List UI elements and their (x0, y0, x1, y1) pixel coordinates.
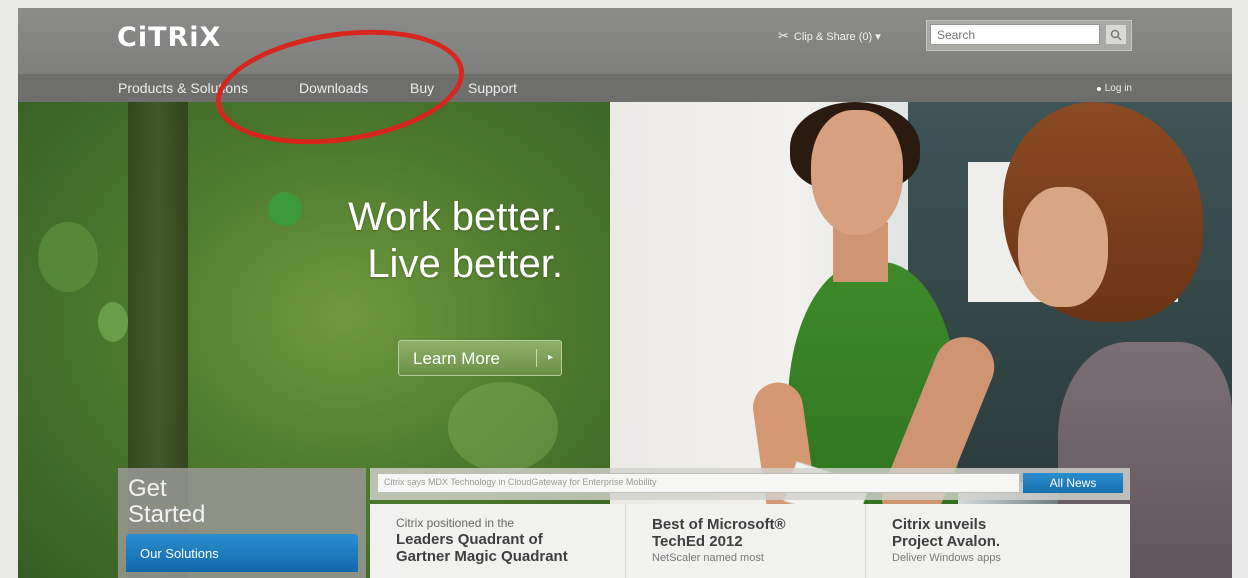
news-card-gartner[interactable]: Citrix positioned in the Leaders Quadran… (370, 504, 626, 578)
card-title-line-1: Best of Microsoft® (652, 516, 786, 533)
search-icon (1110, 29, 1122, 41)
learn-more-label: Learn More (413, 349, 500, 368)
clip-share-label: Clip & Share (0) ▾ (793, 30, 881, 43)
nav-downloads[interactable]: Downloads (299, 80, 368, 96)
headline-line-1: Work better. (348, 195, 563, 239)
get-started-panel: Get Started Our Solutions (118, 468, 366, 578)
news-card-teched[interactable]: Best of Microsoft® TechEd 2012 NetScaler… (626, 504, 866, 578)
card-title-line-1: Leaders Quadrant of (396, 531, 543, 548)
hero-headline: Work better. Live better. (268, 194, 563, 288)
get-started-title-line-2: Started (128, 501, 206, 528)
all-news-button[interactable]: All News (1023, 473, 1123, 493)
nav-support[interactable]: Support (468, 80, 517, 96)
card-title-line-2: Gartner Magic Quadrant (396, 548, 568, 565)
login-label: Log in (1104, 83, 1132, 94)
card-intro: Citrix positioned in the (396, 516, 515, 530)
news-card-avalon[interactable]: Citrix unveils Project Avalon. Deliver W… (866, 504, 1130, 578)
scissors-icon: ✂ (778, 28, 789, 43)
clip-share-link[interactable]: ✂ Clip & Share (0) ▾ (778, 28, 881, 44)
our-solutions-button[interactable]: Our Solutions (126, 534, 358, 572)
news-cards: Citrix positioned in the Leaders Quadran… (370, 504, 1130, 578)
login-link[interactable]: Log in (1096, 83, 1132, 94)
woman-right-face (1018, 187, 1108, 307)
card-title-line-1: Citrix unveils (892, 516, 987, 533)
card-subtitle: NetScaler named most (652, 552, 764, 564)
bullet-icon (1096, 86, 1101, 91)
top-header: CiTRiX ✂ Clip & Share (0) ▾ (18, 8, 1232, 74)
main-nav: Products & Solutions Downloads Buy Suppo… (18, 74, 1232, 102)
woman-left-face (811, 110, 903, 235)
bokeh-circle (98, 302, 128, 342)
headline-line-2: Live better. (367, 242, 563, 286)
search-button[interactable] (1105, 24, 1127, 45)
news-ticker[interactable]: Citrix says MDX Technology in CloudGatew… (377, 473, 1020, 493)
nav-products-solutions[interactable]: Products & Solutions (118, 80, 248, 96)
news-bar: Citrix says MDX Technology in CloudGatew… (370, 468, 1130, 500)
citrix-logo[interactable]: CiTRiX (117, 22, 221, 53)
arrow-right-icon: ▸ (536, 349, 553, 367)
get-started-title-line-1: Get (128, 475, 167, 502)
browser-page: CiTRiX ✂ Clip & Share (0) ▾ Products & S… (18, 8, 1232, 578)
our-solutions-label: Our Solutions (140, 546, 219, 561)
search-box (926, 20, 1132, 51)
get-started-title: Get Started (128, 476, 268, 528)
learn-more-button[interactable]: Learn More ▸ (398, 340, 562, 376)
card-title-line-2: TechEd 2012 (652, 533, 743, 550)
bokeh-circle (38, 222, 98, 292)
search-input[interactable] (930, 24, 1100, 45)
nav-buy[interactable]: Buy (410, 80, 434, 96)
bokeh-circle (448, 382, 558, 472)
card-subtitle: Deliver Windows apps (892, 552, 1001, 564)
card-title-line-2: Project Avalon. (892, 533, 1001, 550)
